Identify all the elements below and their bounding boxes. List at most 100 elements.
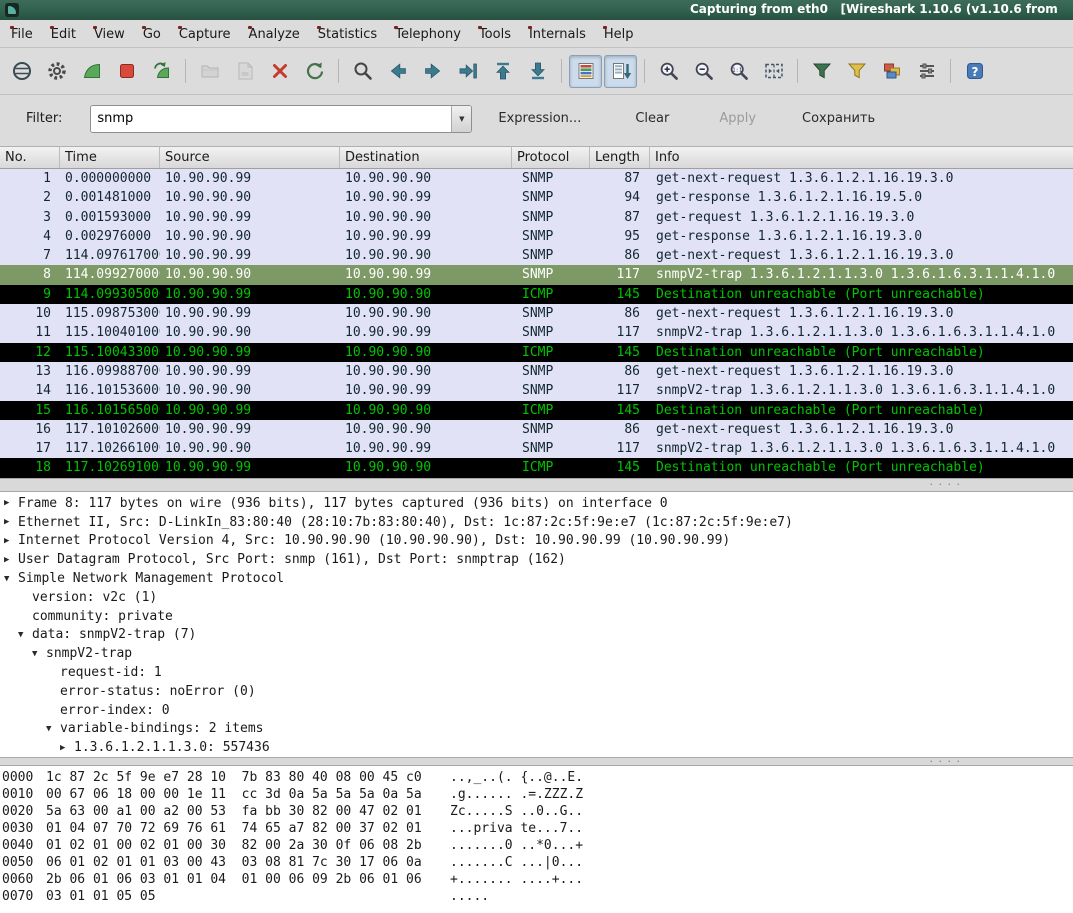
packet-row[interactable]: 7114.09761700010.90.90.9910.90.90.90SNMP… [0,246,1073,265]
hex-row[interactable]: 00602b 06 01 06 03 01 01 04 01 00 06 09 … [0,871,1073,888]
menu-analyze[interactable]: Analyze [240,20,309,47]
close-file-button[interactable] [263,55,296,88]
hex-row[interactable]: 003001 04 07 70 72 69 76 61 74 65 a7 82 … [0,820,1073,837]
packet-row[interactable]: 15116.10156500010.90.90.9910.90.90.90ICM… [0,401,1073,420]
menu-go[interactable]: Go [134,20,170,47]
column-header-protocol[interactable]: Protocol [512,147,590,168]
detail-line[interactable]: version: v2c (1) [0,588,1073,607]
packet-row[interactable]: 12115.10043300010.90.90.9910.90.90.90ICM… [0,343,1073,362]
menu-view[interactable]: View [85,20,134,47]
clear-button[interactable]: Clear [625,105,679,132]
menu-statistics[interactable]: Statistics [309,20,386,47]
colorize-packet-list-toggle[interactable] [569,55,602,88]
display-filters-button[interactable] [840,55,873,88]
filter-input[interactable] [91,106,451,132]
expand-icon[interactable]: ▶ [4,498,18,508]
packet-row[interactable]: 16117.10102600010.90.90.9910.90.90.90SNM… [0,420,1073,439]
zoom-100-button[interactable]: 1:1 [722,55,755,88]
hex-row[interactable]: 005006 01 02 01 01 03 00 43 03 08 81 7c … [0,854,1073,871]
expand-icon[interactable]: ▶ [4,517,18,527]
detail-line[interactable]: ▶User Datagram Protocol, Src Port: snmp … [0,550,1073,569]
detail-line[interactable]: ▼Simple Network Management Protocol [0,569,1073,588]
packet-row[interactable]: 13116.09988700010.90.90.9910.90.90.90SNM… [0,362,1073,381]
auto-scroll-toggle[interactable] [604,55,637,88]
expand-icon[interactable]: ▶ [60,743,74,753]
menu-edit[interactable]: Edit [42,20,85,47]
pane-splitter[interactable] [0,478,1073,492]
packet-row[interactable]: 14116.10153600010.90.90.9010.90.90.99SNM… [0,381,1073,400]
menu-capture[interactable]: Capture [170,20,240,47]
detail-line[interactable]: ▶Ethernet II, Src: D-LinkIn_83:80:40 (28… [0,513,1073,532]
find-packet-button[interactable] [346,55,379,88]
capture-filters-button[interactable] [805,55,838,88]
preferences-button[interactable] [910,55,943,88]
collapse-icon[interactable]: ▼ [4,574,18,584]
expand-icon[interactable]: ▶ [4,555,18,565]
help-button[interactable]: ? [958,55,991,88]
hex-row[interactable]: 004001 02 01 00 02 01 00 30 82 00 2a 30 … [0,837,1073,854]
list-interfaces-button[interactable] [5,55,38,88]
packet-row[interactable]: 30.00159300010.90.90.9910.90.90.90SNMP87… [0,208,1073,227]
column-header-info[interactable]: Info [650,147,1073,168]
zoom-in-button[interactable] [652,55,685,88]
capture-options-button[interactable] [40,55,73,88]
packet-row[interactable]: 18117.10269100010.90.90.9910.90.90.90ICM… [0,458,1073,477]
packet-row[interactable]: 11115.10040100010.90.90.9010.90.90.99SNM… [0,323,1073,342]
detail-line[interactable]: ▶Frame 8: 117 bytes on wire (936 bits), … [0,494,1073,513]
filter-dropdown-button[interactable]: ▼ [451,106,471,132]
reload-button[interactable] [298,55,331,88]
menu-telephony[interactable]: Telephony [386,20,470,47]
open-file-button[interactable] [193,55,226,88]
expand-icon[interactable]: ▶ [4,536,18,546]
packet-row[interactable]: 40.00297600010.90.90.9010.90.90.99SNMP95… [0,227,1073,246]
zoom-out-button[interactable] [687,55,720,88]
detail-line[interactable]: error-index: 0 [0,701,1073,720]
go-to-bottom-button[interactable] [521,55,554,88]
resize-columns-button[interactable] [757,55,790,88]
packet-row[interactable]: 17117.10266100010.90.90.9010.90.90.99SNM… [0,439,1073,458]
detail-line[interactable]: ▶1.3.6.1.2.1.1.3.0: 557436 [0,738,1073,757]
save-file-button[interactable] [228,55,261,88]
restart-capture-button[interactable] [145,55,178,88]
packet-row[interactable]: 20.00148100010.90.90.9010.90.90.99SNMP94… [0,188,1073,207]
hex-row[interactable]: 00205a 63 00 a1 00 a2 00 53 fa bb 30 82 … [0,803,1073,820]
go-to-packet-button[interactable] [451,55,484,88]
start-capture-button[interactable] [75,55,108,88]
window-icon[interactable] [5,3,19,17]
detail-line[interactable]: ▼variable-bindings: 2 items [0,720,1073,739]
packet-row[interactable]: 10115.09875300010.90.90.9910.90.90.90SNM… [0,304,1073,323]
column-header-source[interactable]: Source [160,147,340,168]
go-to-top-button[interactable] [486,55,519,88]
menu-internals[interactable]: Internals [520,20,595,47]
apply-button[interactable]: Apply [709,105,766,132]
collapse-icon[interactable]: ▼ [46,724,60,734]
titlebar[interactable]: Capturing from eth0 [Wireshark 1.10.6 (v… [0,0,1073,20]
go-back-button[interactable] [381,55,414,88]
menu-help[interactable]: Help [595,20,643,47]
menu-file[interactable]: File [2,20,42,47]
hex-row[interactable]: 007003 01 01 05 05..... [0,888,1073,905]
detail-line[interactable]: ▼snmpV2-trap [0,644,1073,663]
packet-row[interactable]: 10.00000000010.90.90.9910.90.90.90SNMP87… [0,169,1073,188]
collapse-icon[interactable]: ▼ [32,649,46,659]
stop-capture-button[interactable] [110,55,143,88]
hex-row[interactable]: 00001c 87 2c 5f 9e e7 28 10 7b 83 80 40 … [0,769,1073,786]
column-header-length[interactable]: Length [590,147,650,168]
go-forward-button[interactable] [416,55,449,88]
hex-row[interactable]: 001000 67 06 18 00 00 1e 11 cc 3d 0a 5a … [0,786,1073,803]
detail-line[interactable]: error-status: noError (0) [0,682,1073,701]
column-header-destination[interactable]: Destination [340,147,512,168]
detail-line[interactable]: community: private [0,607,1073,626]
column-header-no[interactable]: No. [0,147,60,168]
detail-line[interactable]: ▶Internet Protocol Version 4, Src: 10.90… [0,532,1073,551]
packet-row[interactable]: 9114.09930500010.90.90.9910.90.90.90ICMP… [0,285,1073,304]
column-header-time[interactable]: Time [60,147,160,168]
packet-row[interactable]: 8114.09927000010.90.90.9010.90.90.99SNMP… [0,265,1073,284]
collapse-icon[interactable]: ▼ [18,630,32,640]
coloring-rules-button[interactable] [875,55,908,88]
menu-tools[interactable]: Tools [470,20,520,47]
pane-splitter[interactable] [0,757,1073,766]
detail-line[interactable]: ▼data: snmpV2-trap (7) [0,626,1073,645]
detail-line[interactable]: request-id: 1 [0,663,1073,682]
save-filter-button[interactable]: Сохранить [792,105,885,132]
